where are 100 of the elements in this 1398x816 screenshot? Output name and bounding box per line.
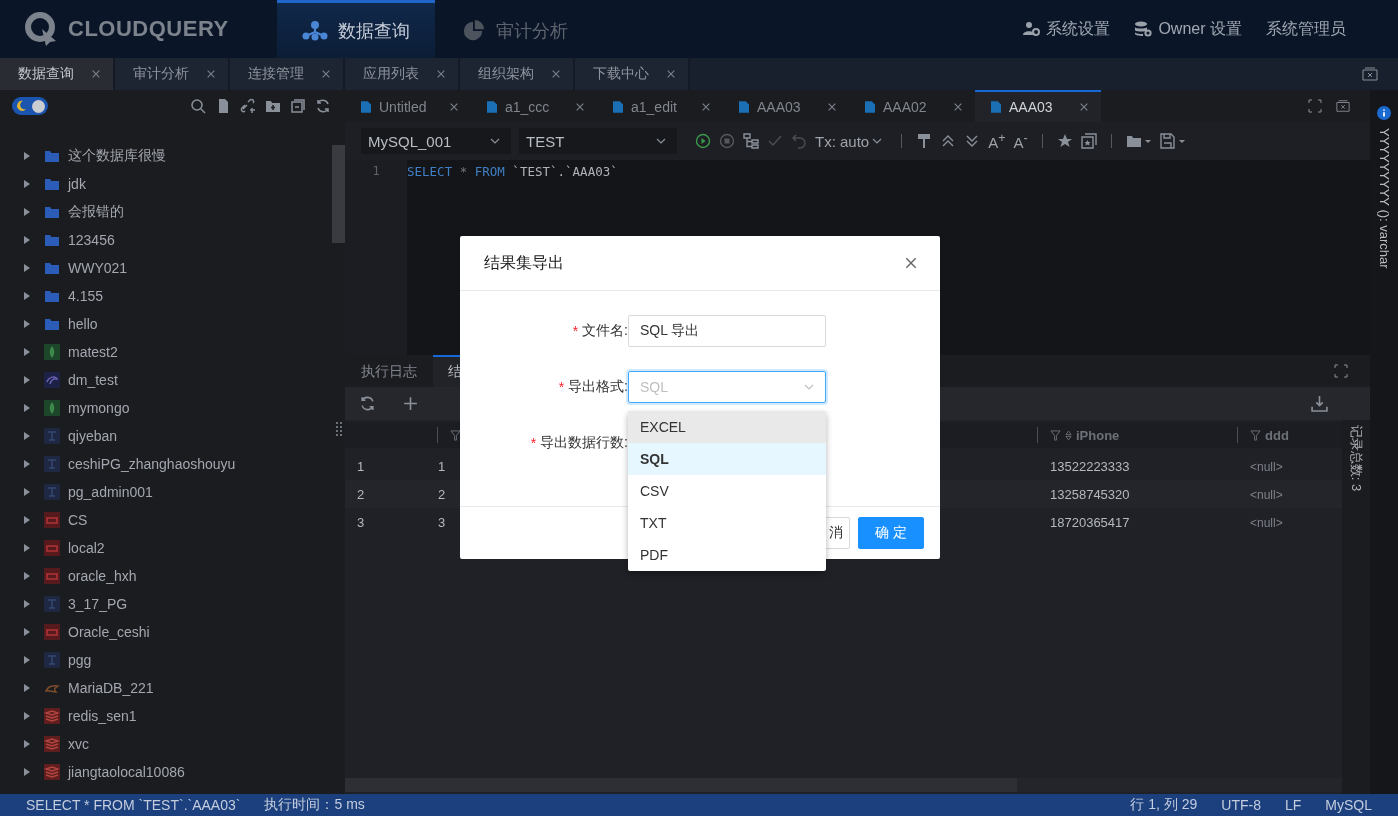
tree-item[interactable]: dm_test — [68, 372, 118, 388]
status-item[interactable]: MySQL — [1325, 797, 1372, 813]
link-plus-icon[interactable] — [240, 98, 256, 114]
scrollbar-thumb[interactable] — [332, 145, 345, 243]
check-icon[interactable] — [767, 133, 783, 149]
tree-item[interactable]: CS — [68, 512, 88, 528]
expand-caret-icon[interactable] — [24, 684, 30, 692]
tree-item[interactable]: 会报错的 — [68, 203, 124, 221]
search-icon[interactable] — [190, 98, 206, 114]
tree-item[interactable]: qiyeban — [68, 428, 118, 444]
tree-item[interactable]: WWY021 — [68, 260, 128, 276]
app-tab[interactable]: 连接管理 — [230, 58, 345, 90]
info-icon[interactable] — [1377, 106, 1391, 120]
tree-item[interactable]: matest2 — [68, 344, 118, 360]
tree-item[interactable]: 4.155 — [68, 288, 104, 304]
star-icon[interactable] — [1056, 133, 1073, 149]
app-tab[interactable]: 应用列表 — [345, 58, 460, 90]
header-menu-item[interactable]: Owner 设置 — [1134, 18, 1242, 40]
filename-field[interactable]: SQL 导出 — [628, 315, 826, 347]
expand-caret-icon[interactable] — [24, 740, 30, 748]
brush-icon[interactable] — [916, 133, 933, 149]
close-all-icon[interactable] — [1362, 67, 1378, 81]
tree-item[interactable]: 123456 — [68, 232, 115, 248]
tree-item[interactable]: Oracle_ceshi — [68, 624, 150, 640]
close-icon[interactable] — [953, 102, 963, 112]
app-tab[interactable]: 下载中心 — [575, 58, 690, 90]
expand-caret-icon[interactable] — [24, 264, 30, 272]
tree-item[interactable]: MariaDB_221 — [68, 680, 154, 696]
editor-tab[interactable]: Untitled — [345, 90, 471, 122]
expand-caret-icon[interactable] — [24, 544, 30, 552]
editor-tab[interactable]: AAA03 — [723, 90, 849, 122]
transaction-dropdown[interactable]: Tx: auto — [815, 132, 884, 150]
close-icon[interactable] — [436, 69, 446, 79]
status-item[interactable]: UTF-8 — [1221, 797, 1261, 813]
fullscreen-icon[interactable] — [1334, 364, 1348, 378]
tree-item[interactable]: pgg — [68, 652, 92, 668]
dropdown-option[interactable]: TXT — [628, 507, 826, 539]
dropdown-option[interactable]: PDF — [628, 539, 826, 571]
expand-caret-icon[interactable] — [24, 460, 30, 468]
expand-caret-icon[interactable] — [24, 488, 30, 496]
editor-tab[interactable]: AAA02 — [849, 90, 975, 122]
refresh-icon[interactable] — [359, 395, 376, 412]
close-icon[interactable] — [551, 69, 561, 79]
close-icon[interactable] — [449, 102, 459, 112]
close-icon[interactable] — [206, 69, 216, 79]
connection-select[interactable]: MySQL_001 — [361, 128, 511, 154]
close-icon[interactable] — [1079, 102, 1089, 112]
tree-item[interactable]: 3_17_PG — [68, 596, 128, 612]
expand-caret-icon[interactable] — [24, 180, 30, 188]
dropdown-option[interactable]: CSV — [628, 475, 826, 507]
status-item[interactable]: LF — [1284, 797, 1302, 813]
app-tab[interactable]: 审计分析 — [115, 58, 230, 90]
refresh-icon[interactable] — [315, 98, 331, 114]
expand-caret-icon[interactable] — [24, 292, 30, 300]
header-menu-item[interactable]: 系统管理员 — [1266, 18, 1346, 40]
result-tab[interactable]: 执行日志 — [345, 355, 433, 387]
expand-caret-icon[interactable] — [24, 152, 30, 160]
tree-item[interactable]: ceshiPG_zhanghaoshouyu — [68, 456, 236, 472]
add-favorite-icon[interactable] — [1080, 133, 1097, 149]
app-tab[interactable]: 组织架构 — [460, 58, 575, 90]
close-icon[interactable] — [827, 102, 837, 112]
expand-caret-icon[interactable] — [24, 768, 30, 776]
fullscreen-icon[interactable] — [1308, 99, 1322, 113]
folder-plus-icon[interactable] — [265, 98, 281, 114]
expand-caret-icon[interactable] — [24, 320, 30, 328]
expand-caret-icon[interactable] — [24, 432, 30, 440]
run-icon[interactable] — [695, 133, 711, 149]
filter-icon[interactable] — [450, 429, 461, 441]
close-icon[interactable] — [904, 256, 918, 270]
tree-item[interactable]: mymongo — [68, 400, 130, 416]
theme-toggle[interactable] — [12, 97, 48, 115]
tree-item[interactable]: local2 — [68, 540, 105, 556]
expand-caret-icon[interactable] — [24, 516, 30, 524]
tree-item[interactable]: jiangtaolocal10086 — [68, 764, 185, 780]
close-icon[interactable] — [321, 69, 331, 79]
expand-caret-icon[interactable] — [24, 208, 30, 216]
expand-caret-icon[interactable] — [24, 404, 30, 412]
expand-caret-icon[interactable] — [24, 376, 30, 384]
tree-item[interactable]: redis_sen1 — [68, 708, 137, 724]
expand-caret-icon[interactable] — [24, 600, 30, 608]
tree-item[interactable]: 这个数据库很慢 — [68, 147, 166, 165]
editor-tab[interactable]: a1_ccc — [471, 90, 597, 122]
font-size-button[interactable]: A$^{+}$ — [988, 131, 1006, 151]
expand-caret-icon[interactable] — [24, 348, 30, 356]
close-icon[interactable] — [575, 102, 585, 112]
app-tab[interactable]: 数据查询 — [0, 58, 115, 90]
header-menu-item[interactable]: 系统设置 — [1022, 18, 1111, 40]
close-icon[interactable] — [701, 102, 711, 112]
add-icon[interactable] — [402, 395, 419, 412]
plan-icon[interactable] — [743, 133, 759, 149]
tree-item[interactable]: oracle_hxh — [68, 568, 137, 584]
editor-tab[interactable]: a1_edit — [597, 90, 723, 122]
dropdown-option[interactable]: SQL — [628, 443, 826, 475]
close-icon[interactable] — [666, 69, 676, 79]
save-dropdown-icon[interactable] — [1159, 133, 1186, 149]
expand-caret-icon[interactable] — [24, 628, 30, 636]
nav-tab[interactable]: 数据查询 — [277, 0, 435, 58]
tree-item[interactable]: jdk — [68, 176, 86, 192]
editor-tab[interactable]: AAA03 — [975, 90, 1101, 122]
expand-caret-icon[interactable] — [24, 656, 30, 664]
